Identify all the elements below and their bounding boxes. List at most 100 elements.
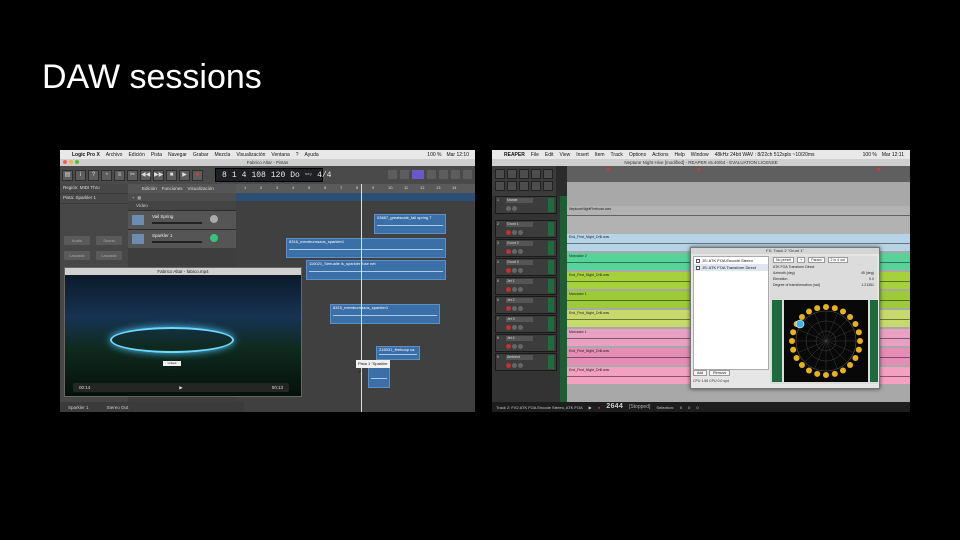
track-name[interactable]: Grunt 2 bbox=[506, 241, 533, 246]
menu-file[interactable]: File bbox=[531, 152, 539, 158]
fx-enable-checkbox[interactable] bbox=[696, 258, 700, 263]
track-panel[interactable]: 6 Jet 2 bbox=[495, 296, 557, 314]
menu-app[interactable]: REAPER bbox=[504, 152, 525, 158]
fx-icon[interactable] bbox=[506, 206, 511, 211]
mute-icon[interactable] bbox=[512, 363, 517, 368]
toolbar-button[interactable] bbox=[531, 181, 541, 191]
inspector-button[interactable]: Audio bbox=[64, 236, 90, 245]
record-arm-icon[interactable] bbox=[506, 287, 511, 292]
audio-region[interactable]: 216031_firehoop ca bbox=[376, 346, 420, 360]
transport-play-icon[interactable]: ▶ bbox=[589, 405, 592, 410]
preset-select[interactable]: No preset bbox=[773, 257, 795, 263]
toolbar-button[interactable] bbox=[507, 169, 517, 179]
solo-icon[interactable] bbox=[518, 230, 523, 235]
forward-icon[interactable]: ▶▶ bbox=[153, 169, 164, 181]
track-name[interactable]: Jet 3 bbox=[506, 317, 533, 322]
record-arm-icon[interactable] bbox=[506, 268, 511, 273]
track-name[interactable]: Ambient bbox=[506, 355, 533, 360]
solo-icon[interactable] bbox=[518, 363, 523, 368]
tuner-icon[interactable] bbox=[400, 170, 409, 179]
toolbar-button[interactable] bbox=[495, 169, 505, 179]
audio-region[interactable]: 8315_memburnazos_sparkler1 bbox=[330, 304, 440, 324]
track-header[interactable]: Sparkler 1 bbox=[128, 229, 236, 248]
track-name[interactable]: Sparkler 1 bbox=[152, 233, 173, 238]
browser-icon[interactable] bbox=[463, 170, 472, 179]
lcd-display[interactable]: 8 1 4 108 120 Do may 4/4 bbox=[215, 168, 331, 182]
loops-icon[interactable] bbox=[451, 170, 460, 179]
toolbar-button[interactable] bbox=[495, 181, 505, 191]
zoom-window-button[interactable] bbox=[75, 160, 79, 164]
editors-icon[interactable]: ✂ bbox=[127, 169, 138, 181]
mute-icon[interactable] bbox=[512, 325, 517, 330]
audio-region[interactable]: 110021_Seeualle ls_sparkler fuse net bbox=[306, 260, 446, 280]
menu-help[interactable]: Help bbox=[675, 152, 685, 158]
record-arm-icon[interactable] bbox=[506, 230, 511, 235]
menu-pista[interactable]: Pista bbox=[151, 152, 162, 158]
record-icon[interactable]: ● bbox=[192, 169, 203, 181]
io-button[interactable]: 2 in 4 out bbox=[827, 257, 848, 263]
track-name[interactable]: Vail Spring bbox=[152, 214, 173, 219]
menu-visualizacion[interactable]: Visualización bbox=[236, 152, 265, 158]
track-name[interactable]: Grunt 1 bbox=[506, 222, 533, 227]
solo-icon[interactable] bbox=[518, 249, 523, 254]
track-name[interactable]: Jet 2 bbox=[506, 298, 533, 303]
volume-fader[interactable] bbox=[152, 222, 202, 224]
toolbar-button[interactable] bbox=[507, 181, 517, 191]
ambisonic-sphere-display[interactable] bbox=[784, 300, 868, 382]
track-panel[interactable]: 9 Ambient bbox=[495, 353, 557, 371]
solo-icon[interactable] bbox=[518, 344, 523, 349]
mute-icon[interactable] bbox=[512, 344, 517, 349]
inspector-button[interactable]: Lanzado bbox=[96, 251, 122, 260]
toolbar-button[interactable] bbox=[531, 169, 541, 179]
param-row[interactable]: Degree of transformation (rad) 1.21351 bbox=[770, 282, 877, 288]
track-name[interactable]: Master bbox=[506, 198, 533, 203]
track-name[interactable]: Grunt 3 bbox=[506, 260, 533, 265]
menu-visualizacion-local[interactable]: Visualización bbox=[188, 186, 214, 191]
fx-enable-checkbox[interactable] bbox=[696, 265, 700, 270]
route-icon[interactable] bbox=[512, 206, 517, 211]
timeline-ruler[interactable] bbox=[567, 166, 910, 182]
library-icon[interactable]: ▤ bbox=[62, 169, 73, 181]
add-preset-button[interactable]: + bbox=[797, 257, 806, 263]
track-name[interactable]: Jet 4 bbox=[506, 336, 533, 341]
playhead[interactable] bbox=[361, 184, 362, 412]
solo-icon[interactable] bbox=[518, 306, 523, 311]
menu-grabar[interactable]: Grabar bbox=[193, 152, 209, 158]
toolbar-button[interactable] bbox=[519, 169, 529, 179]
menu-item[interactable]: Item bbox=[595, 152, 605, 158]
record-arm-icon[interactable] bbox=[506, 363, 511, 368]
audio-region[interactable] bbox=[368, 366, 390, 388]
info-icon[interactable]: i bbox=[75, 169, 86, 181]
menu-funciones[interactable]: Funciones bbox=[162, 186, 183, 191]
mixer-icon[interactable]: ≡ bbox=[114, 169, 125, 181]
metronome-icon[interactable] bbox=[427, 170, 436, 179]
solo-icon[interactable] bbox=[518, 325, 523, 330]
track-name[interactable]: Jet 1 bbox=[506, 279, 533, 284]
record-arm-icon[interactable] bbox=[506, 249, 511, 254]
inspector-button[interactable]: Lanzado bbox=[64, 251, 90, 260]
menu-insert[interactable]: Insert bbox=[576, 152, 589, 158]
mute-icon[interactable] bbox=[512, 249, 517, 254]
fx-list-item[interactable]: JS: ATK FOA Transform Direct bbox=[694, 264, 768, 271]
smart-controls-icon[interactable]: ◔ bbox=[101, 169, 112, 181]
marker-flag[interactable] bbox=[697, 168, 700, 171]
add-fx-button[interactable]: Add bbox=[693, 370, 708, 376]
menu-edit[interactable]: Edit bbox=[545, 152, 554, 158]
toolbar-button[interactable] bbox=[543, 181, 553, 191]
param-value[interactable]: 1.21351 bbox=[861, 283, 874, 287]
video-controls[interactable]: 00:14 ▶ 00:13 bbox=[73, 383, 289, 392]
help-icon[interactable]: ? bbox=[88, 169, 99, 181]
menu-ayuda[interactable]: Ayuda bbox=[305, 152, 319, 158]
rewind-icon[interactable]: ◀◀ bbox=[140, 169, 151, 181]
menu-window[interactable]: Window bbox=[691, 152, 709, 158]
mute-icon[interactable] bbox=[512, 230, 517, 235]
record-arm-icon[interactable] bbox=[506, 344, 511, 349]
mute-icon[interactable] bbox=[512, 268, 517, 273]
menu-edicion-local[interactable]: Edición bbox=[142, 186, 157, 191]
video-play-icon[interactable]: ▶ bbox=[179, 385, 182, 391]
param-value[interactable]: 45 (deg) bbox=[861, 271, 874, 275]
pan-knob[interactable] bbox=[210, 215, 218, 223]
video-thumbnail-strip[interactable] bbox=[236, 193, 475, 201]
track-panel[interactable]: 2 Grunt 1 bbox=[495, 220, 557, 238]
inspector-region-row[interactable]: Región: MIDI Thru bbox=[60, 184, 128, 194]
